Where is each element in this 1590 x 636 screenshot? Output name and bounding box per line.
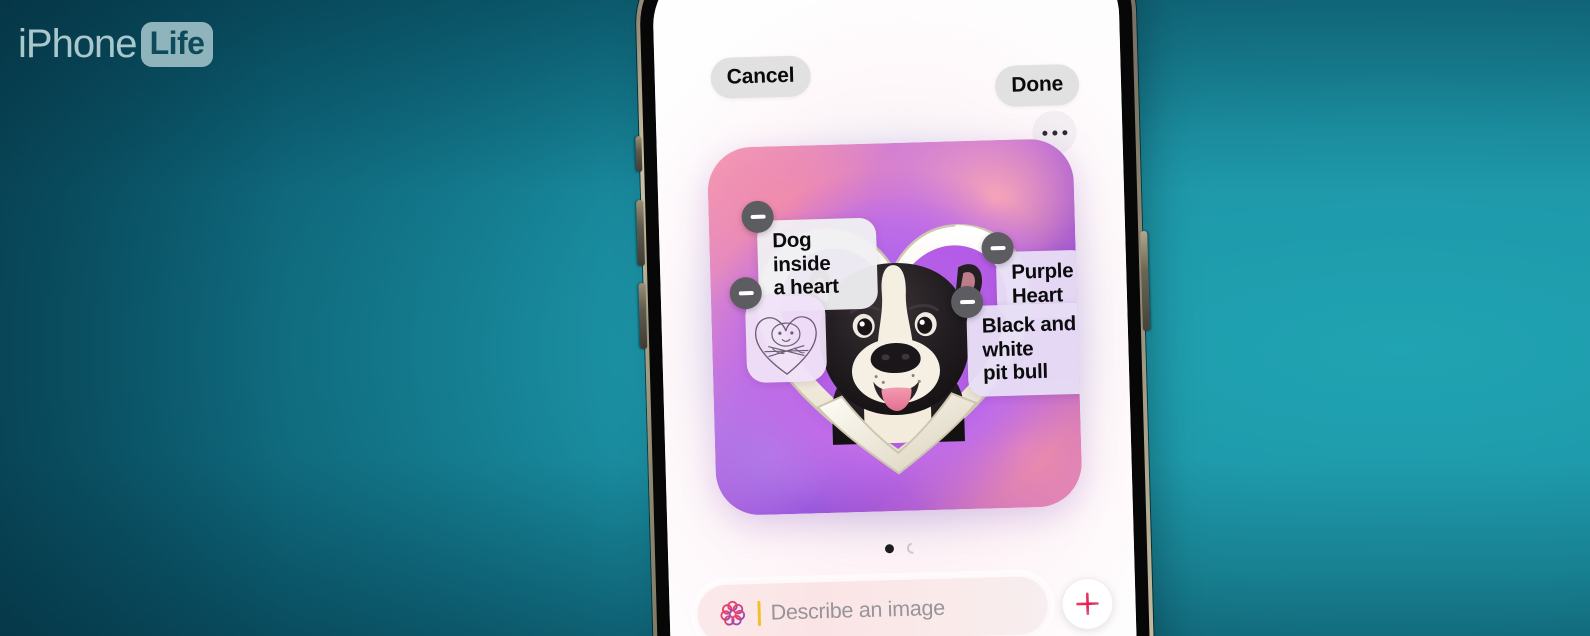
done-button[interactable]: Done (994, 63, 1080, 108)
logo-word-life: Life (149, 25, 205, 61)
prompt-bar: Describe an image (668, 554, 1136, 636)
device-screen: Cancel Done Dog inside a heart Purple He… (651, 0, 1145, 636)
sketch-doodle-icon (755, 316, 817, 375)
text-cursor (757, 600, 762, 626)
annotation-chip-pit-bull[interactable]: Black and white pit bull (966, 301, 1083, 397)
iphonelife-logo: iPhone Life (18, 22, 214, 67)
logo-life-badge: Life (140, 22, 214, 67)
add-content-button[interactable] (1060, 577, 1115, 631)
device-frame: Cancel Done Dog inside a heart Purple He… (633, 0, 1163, 636)
page-dot-loading-icon (904, 540, 920, 556)
annotation-chip-sketch-thumbnail[interactable] (744, 294, 828, 384)
describe-image-placeholder: Describe an image (770, 595, 946, 625)
artwork-area: Dog inside a heart Purple Heart Black an… (657, 115, 1134, 547)
plus-icon (1076, 592, 1099, 616)
page-dot-active[interactable] (884, 543, 894, 553)
cancel-button[interactable]: Cancel (710, 55, 811, 100)
iphone-device: Cancel Done Dog inside a heart Purple He… (633, 0, 1163, 636)
image-playground-icon (720, 600, 746, 626)
image-playground-app: Cancel Done Dog inside a heart Purple He… (651, 0, 1145, 636)
generated-image-card[interactable]: Dog inside a heart Purple Heart Black an… (706, 138, 1083, 517)
device-bezel: Cancel Done Dog inside a heart Purple He… (638, 0, 1158, 636)
logo-word-iphone: iPhone (18, 22, 138, 66)
silent-switch-button[interactable] (635, 136, 643, 173)
describe-image-input[interactable]: Describe an image (696, 575, 1049, 636)
